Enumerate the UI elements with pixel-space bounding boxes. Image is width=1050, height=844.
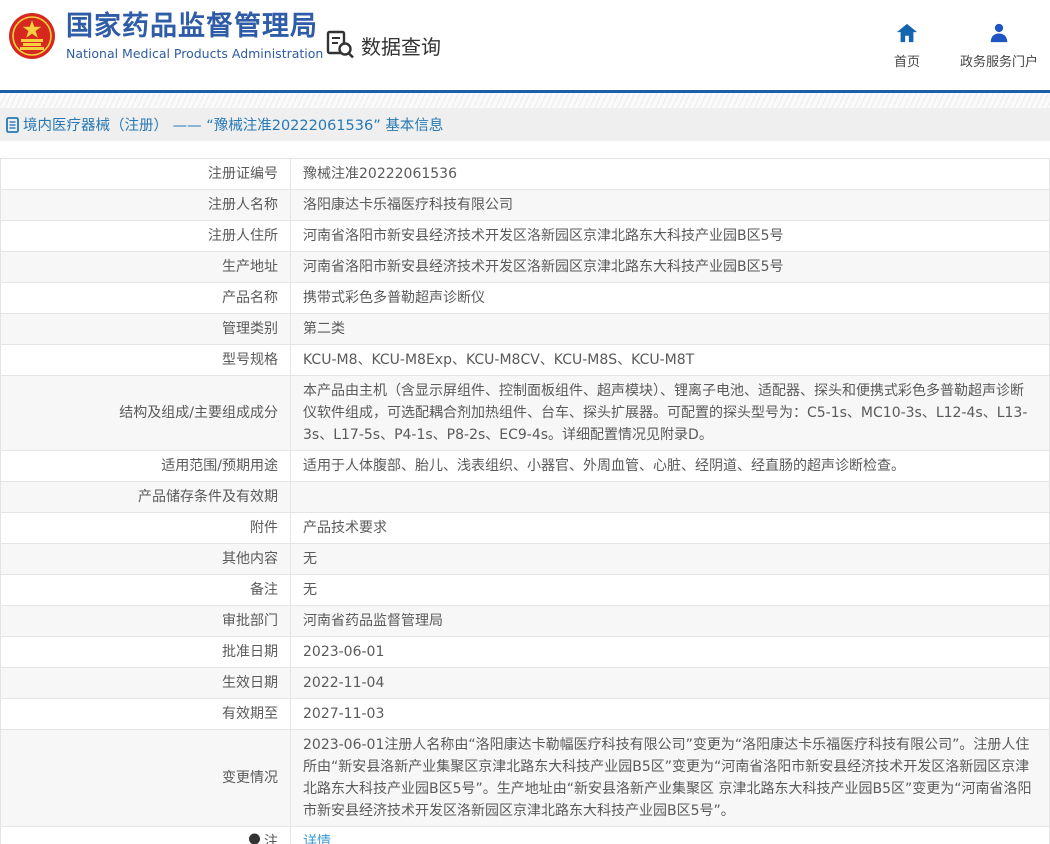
table-row-change-info: 变更情况 2023-06-01注册人名称由“洛阳康达卡勒幅医疗科技有限公司”变更… (1, 730, 1050, 827)
row-label: 管理类别 (1, 314, 291, 345)
nav-gov-portal-label: 政务服务门户 (960, 51, 1038, 70)
row-label: 结构及组成/主要组成成分 (1, 376, 291, 451)
row-label: 生产地址 (1, 252, 291, 283)
row-label: 注 (1, 827, 291, 844)
table-row-registrant-name: 注册人名称 洛阳康达卡乐福医疗科技有限公司 (1, 190, 1050, 221)
row-label: 注册人住所 (1, 221, 291, 252)
nav-home-label: 首页 (894, 51, 920, 70)
row-label: 变更情况 (1, 730, 291, 827)
row-label: 生效日期 (1, 668, 291, 699)
row-label: 型号规格 (1, 345, 291, 376)
row-label: 注册证编号 (1, 159, 291, 190)
site-logo: 国家药品监督管理局 National Medical Products Admi… (8, 12, 323, 61)
row-label: 附件 (1, 513, 291, 544)
table-row-storage: 产品储存条件及有效期 (1, 482, 1050, 513)
site-title: 国家药品监督管理局 (66, 12, 323, 42)
table-row-attachment: 附件 产品技术要求 (1, 513, 1050, 544)
row-value: 2023-06-01注册人名称由“洛阳康达卡勒幅医疗科技有限公司”变更为“洛阳康… (291, 730, 1050, 827)
row-label: 产品储存条件及有效期 (1, 482, 291, 513)
table-row-management-class: 管理类别 第二类 (1, 314, 1050, 345)
row-value: 适用于人体腹部、胎儿、浅表组织、小器官、外周血管、心脏、经阴道、经直肠的超声诊断… (291, 451, 1050, 482)
row-value: 河南省洛阳市新安县经济技术开发区洛新园区京津北路东大科技产业园B区5号 (291, 221, 1050, 252)
row-label: 其他内容 (1, 544, 291, 575)
row-label: 批准日期 (1, 637, 291, 668)
table-row-model-spec: 型号规格 KCU-M8、KCU-M8Exp、KCU-M8CV、KCU-M8S、K… (1, 345, 1050, 376)
data-query-label: 数据查询 (361, 31, 441, 60)
row-value: 河南省洛阳市新安县经济技术开发区洛新园区京津北路东大科技产业园B区5号 (291, 252, 1050, 283)
document-icon (6, 117, 19, 133)
row-value: 本产品由主机（含显示屏组件、控制面板组件、超声模块）、锂离子电池、适配器、探头和… (291, 376, 1050, 451)
row-value: 河南省药品监督管理局 (291, 606, 1050, 637)
table-row-scope: 适用范围/预期用途 适用于人体腹部、胎儿、浅表组织、小器官、外周血管、心脏、经阴… (1, 451, 1050, 482)
table-row-remarks: 备注 无 (1, 575, 1050, 606)
row-label: 有效期至 (1, 699, 291, 730)
table-row-product-name: 产品名称 携带式彩色多普勒超声诊断仪 (1, 283, 1050, 314)
row-label: 审批部门 (1, 606, 291, 637)
row-value: 2027-11-03 (291, 699, 1050, 730)
user-icon (988, 22, 1010, 44)
row-value: 洛阳康达卡乐福医疗科技有限公司 (291, 190, 1050, 221)
note-balloon-icon (248, 833, 261, 844)
national-emblem-icon (8, 12, 56, 60)
breadcrumb: 境内医疗器械（注册） —— “豫械注准20222061536” 基本信息 (0, 108, 1050, 141)
nav-home[interactable]: 首页 (894, 22, 920, 70)
table-row-note: 注 详情 (1, 827, 1050, 844)
row-value: 携带式彩色多普勒超声诊断仪 (291, 283, 1050, 314)
top-nav: 首页 政务服务门户 (894, 22, 1038, 70)
row-label: 备注 (1, 575, 291, 606)
table-row-structure: 结构及组成/主要组成成分 本产品由主机（含显示屏组件、控制面板组件、超声模块）、… (1, 376, 1050, 451)
row-value: 无 (291, 544, 1050, 575)
table-row-expiry-date: 有效期至 2027-11-03 (1, 699, 1050, 730)
table-row-reg-no: 注册证编号 豫械注准20222061536 (1, 159, 1050, 190)
table-row-approval-dept: 审批部门 河南省药品监督管理局 (1, 606, 1050, 637)
home-icon (896, 22, 918, 44)
page-header: 国家药品监督管理局 National Medical Products Admi… (0, 0, 1050, 90)
row-value: KCU-M8、KCU-M8Exp、KCU-M8CV、KCU-M8S、KCU-M8… (291, 345, 1050, 376)
table-row-approval-date: 批准日期 2023-06-01 (1, 637, 1050, 668)
row-value: 第二类 (291, 314, 1050, 345)
site-subtitle: National Medical Products Administration (66, 46, 323, 61)
row-label: 注册人名称 (1, 190, 291, 221)
row-value: 产品技术要求 (291, 513, 1050, 544)
row-value: 2023-06-01 (291, 637, 1050, 668)
breadcrumb-text: 境内医疗器械（注册） —— “豫械注准20222061536” 基本信息 (23, 114, 443, 135)
row-value: 2022-11-04 (291, 668, 1050, 699)
table-row-registrant-address: 注册人住所 河南省洛阳市新安县经济技术开发区洛新园区京津北路东大科技产业园B区5… (1, 221, 1050, 252)
note-label: 注 (264, 834, 278, 844)
table-row-effective-date: 生效日期 2022-11-04 (1, 668, 1050, 699)
registration-info-table: 注册证编号 豫械注准20222061536 注册人名称 洛阳康达卡乐福医疗科技有… (0, 158, 1050, 844)
row-value: 豫械注准20222061536 (291, 159, 1050, 190)
nav-gov-portal[interactable]: 政务服务门户 (960, 22, 1038, 70)
row-value: 详情 (291, 827, 1050, 844)
hatch-band (0, 93, 1050, 108)
table-row-production-address: 生产地址 河南省洛阳市新安县经济技术开发区洛新园区京津北路东大科技产业园B区5号 (1, 252, 1050, 283)
document-search-icon (325, 30, 355, 60)
detail-link[interactable]: 详情 (303, 834, 331, 844)
table-row-other-content: 其他内容 无 (1, 544, 1050, 575)
data-query-tab[interactable]: 数据查询 (325, 30, 441, 60)
row-label: 适用范围/预期用途 (1, 451, 291, 482)
row-label: 产品名称 (1, 283, 291, 314)
row-value (291, 482, 1050, 513)
row-value: 无 (291, 575, 1050, 606)
